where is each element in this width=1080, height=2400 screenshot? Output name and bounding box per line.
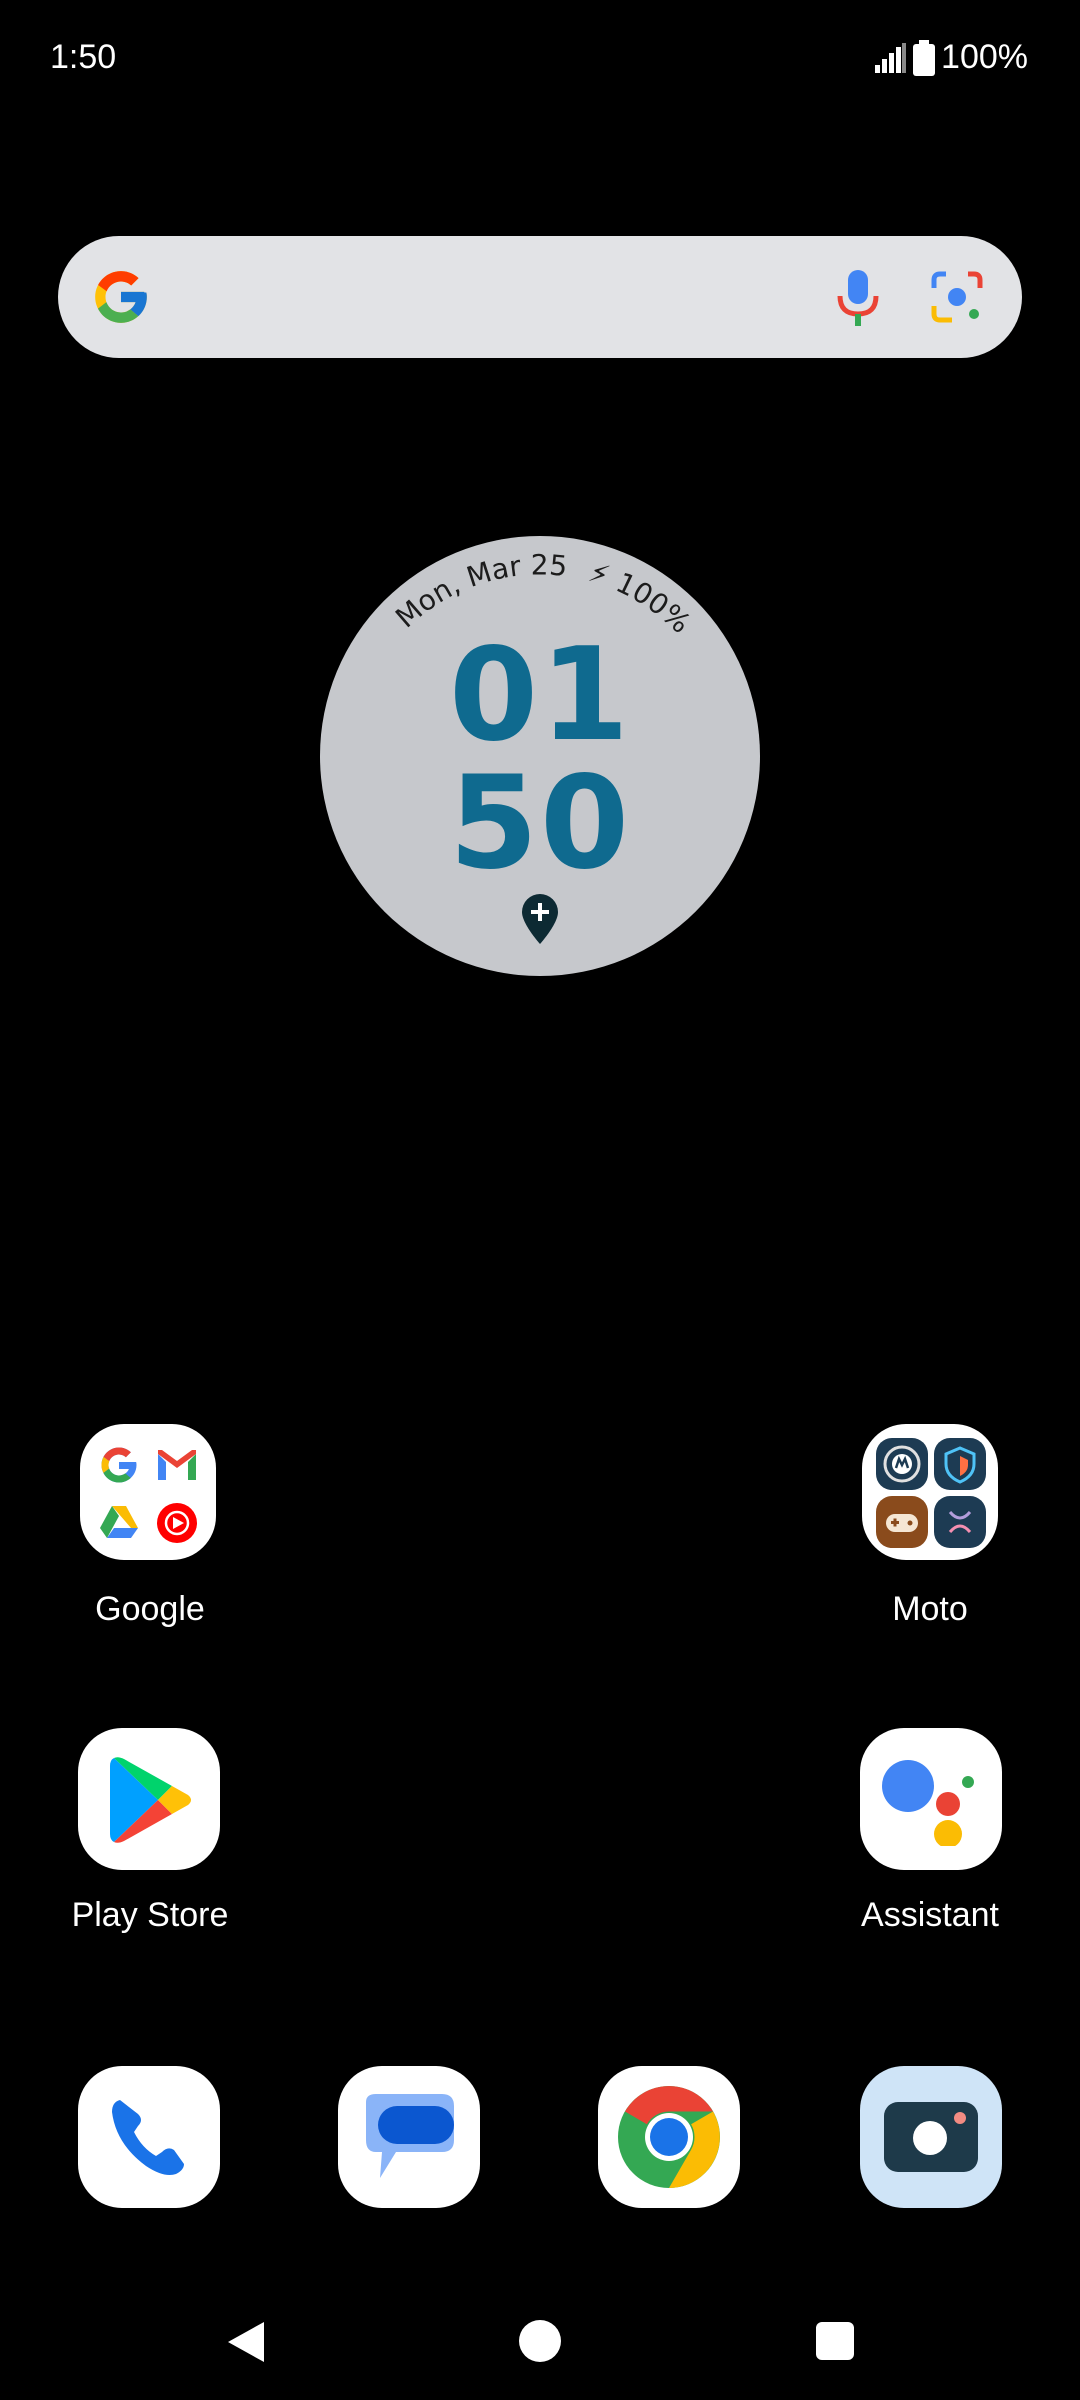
drive-icon <box>100 1506 138 1538</box>
messages-icon <box>366 2094 454 2178</box>
recents-button[interactable] <box>816 2322 854 2360</box>
chrome-app[interactable] <box>598 2066 740 2208</box>
battery-icon <box>913 39 936 76</box>
mic-icon[interactable] <box>828 266 888 328</box>
signal-icon <box>875 42 907 73</box>
clock-minute: 50 <box>448 749 632 898</box>
google-search-bar[interactable] <box>58 236 1022 358</box>
lens-icon[interactable] <box>926 266 988 328</box>
home-button[interactable] <box>519 2320 561 2362</box>
youtube-music-icon <box>157 1503 197 1543</box>
phone-app[interactable] <box>78 2066 220 2208</box>
location-add-icon[interactable] <box>518 892 562 946</box>
moto-secure-icon <box>934 1438 986 1490</box>
clock-hour: 01 <box>448 621 632 770</box>
moto-connect-icon <box>934 1496 986 1548</box>
chrome-icon <box>618 2086 720 2188</box>
camera-icon <box>884 2102 978 2172</box>
messages-app[interactable] <box>338 2066 480 2208</box>
play-store-app[interactable] <box>78 1728 220 1870</box>
moto-folder-label: Moto <box>892 1590 968 1628</box>
back-button[interactable] <box>224 2318 268 2366</box>
play-store-label: Play Store <box>71 1896 229 1934</box>
google-folder[interactable] <box>80 1424 216 1560</box>
moto-folder[interactable] <box>862 1424 998 1560</box>
status-icons: 100% <box>873 38 1028 77</box>
moto-app-icon <box>876 1438 928 1490</box>
assistant-label: Assistant <box>861 1896 999 1934</box>
play-store-icon <box>110 1757 191 1843</box>
assistant-app[interactable] <box>860 1728 1002 1870</box>
clock-widget[interactable]: Mon, Mar 25 ⚡ 100% 01 50 <box>320 536 760 976</box>
status-time: 1:50 <box>50 38 117 76</box>
phone-icon <box>112 2100 184 2175</box>
camera-app[interactable] <box>860 2066 1002 2208</box>
google-g-icon <box>101 1447 137 1483</box>
assistant-icon <box>882 1760 974 1846</box>
game-time-icon <box>876 1496 928 1548</box>
gmail-icon <box>158 1450 196 1480</box>
google-folder-label: Google <box>95 1590 205 1628</box>
battery-percent: 100% <box>941 38 1028 76</box>
google-logo-icon <box>95 271 147 323</box>
